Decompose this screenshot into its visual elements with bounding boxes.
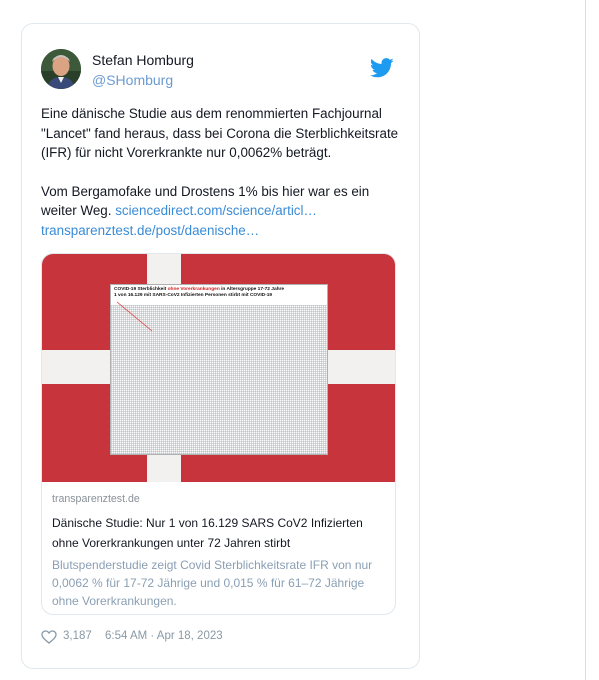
tweet-paragraph-2: Vom Bergamofake und Drostens 1% bis hier… <box>41 182 401 221</box>
card-meta: transparenztest.de Dänische Studie: Nur … <box>52 493 387 610</box>
embedded-tweet[interactable]: Stefan Homburg @SHomburg Eine dänische S… <box>21 23 420 669</box>
link-sciencedirect[interactable]: sciencedirect.com/science/articl… <box>115 203 317 218</box>
timestamp[interactable]: 6:54 AM · Apr 18, 2023 <box>105 630 223 642</box>
card-title[interactable]: Dänische Studie: Nur 1 von 16.129 SARS C… <box>52 513 387 553</box>
page: Stefan Homburg @SHomburg Eine dänische S… <box>0 0 599 680</box>
divider <box>585 0 586 680</box>
arrow-pointer <box>116 301 153 332</box>
like-count[interactable]: 3,187 <box>63 630 92 642</box>
card-image[interactable]: COVID-19 Sterblichkeit ohne Vorerkrankun… <box>42 254 395 482</box>
avatar-image <box>41 49 81 89</box>
link-preview-card[interactable]: COVID-19 Sterblichkeit ohne Vorerkrankun… <box>41 253 396 615</box>
avatar[interactable] <box>41 49 81 89</box>
tweet-paragraph-1: Eine dänische Studie aus dem renommierte… <box>41 106 399 160</box>
twitter-bird-icon[interactable] <box>370 58 394 78</box>
author-name[interactable]: Stefan Homburg <box>92 52 194 68</box>
heart-icon[interactable] <box>41 630 57 644</box>
card-domain: transparenztest.de <box>52 493 140 505</box>
card-description: Blutspenderstudie zeigt Covid Sterblichk… <box>52 558 373 608</box>
link-transparenztest[interactable]: transparenztest.de/post/daenische… <box>41 221 401 241</box>
author-handle[interactable]: @SHomburg <box>92 72 173 88</box>
tweet-text: Eine dänische Studie aus dem renommierte… <box>41 104 401 240</box>
grid-infographic: COVID-19 Sterblichkeit ohne Vorerkrankun… <box>110 284 328 455</box>
